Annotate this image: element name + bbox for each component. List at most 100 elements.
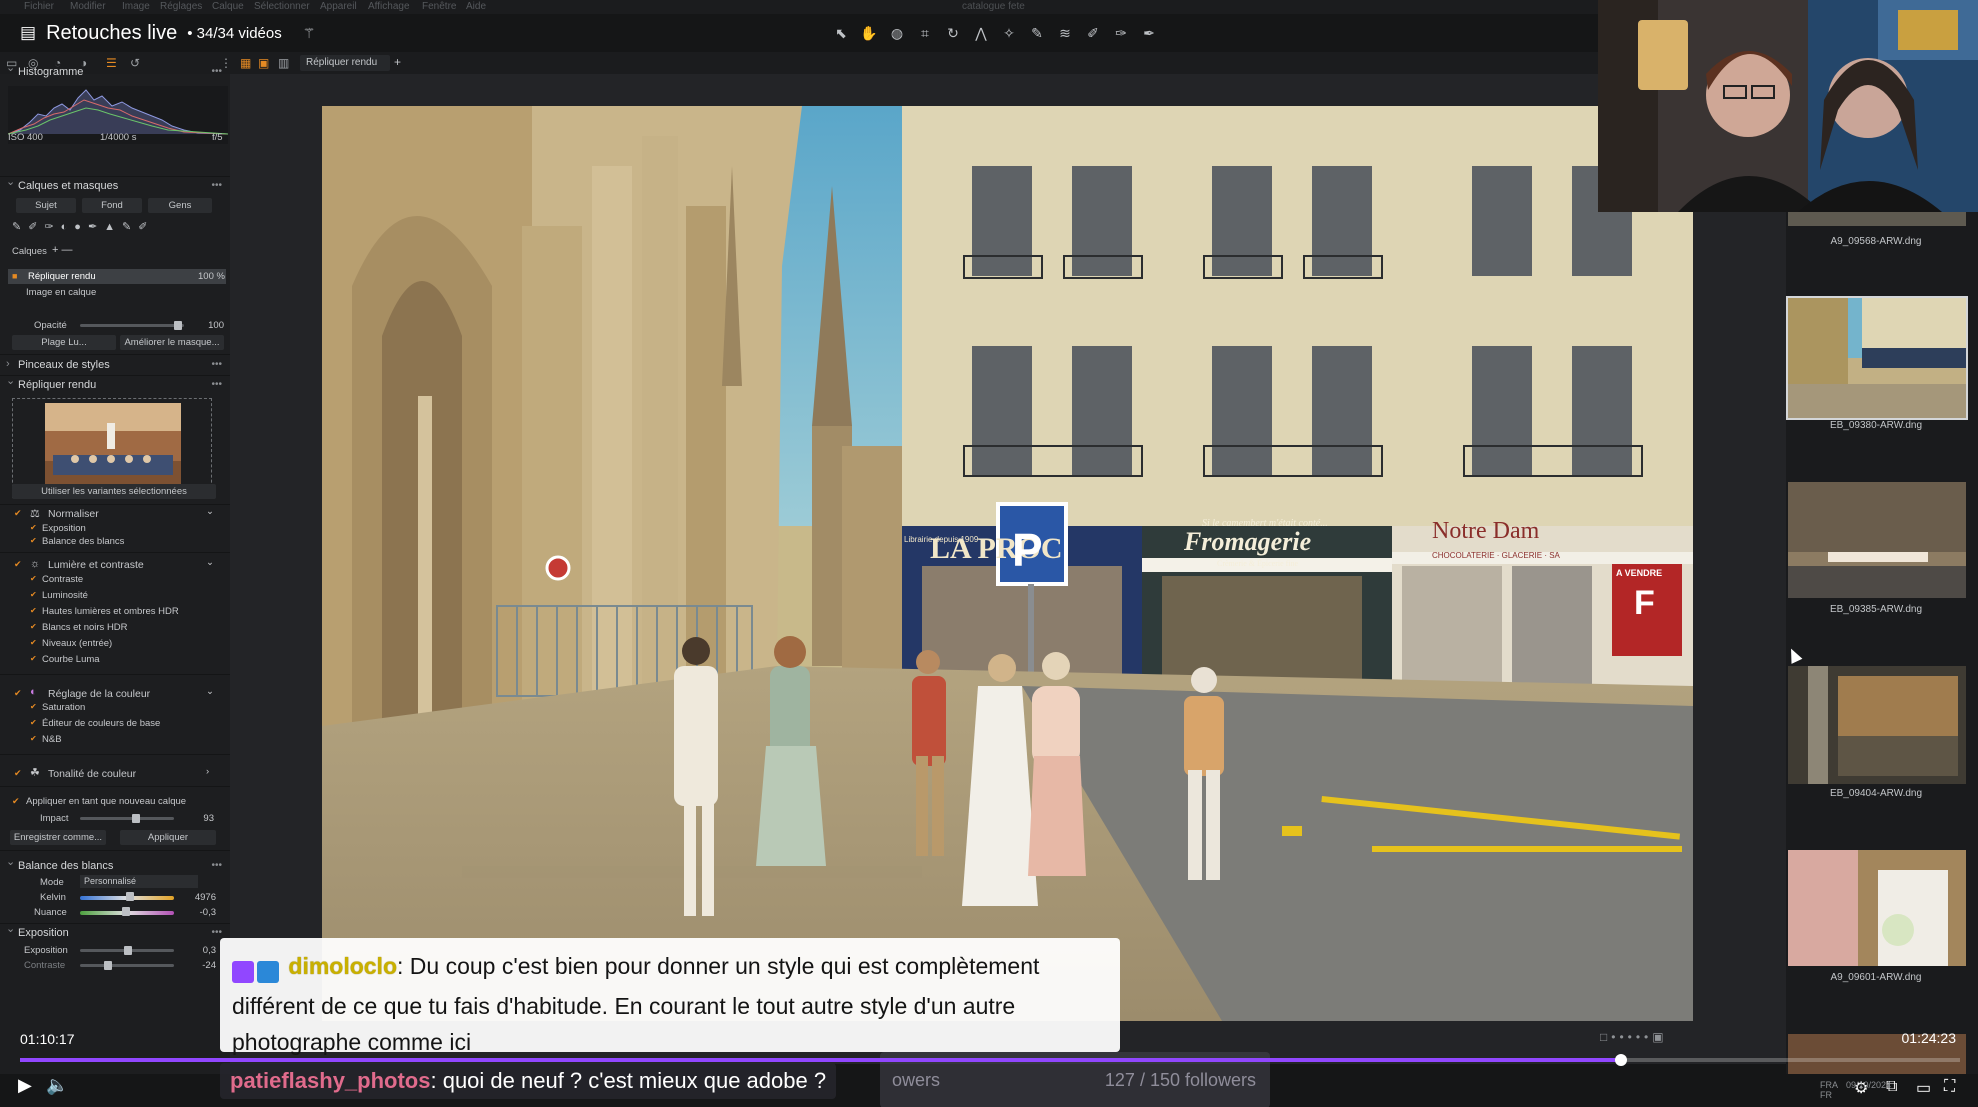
histogram-menu-icon[interactable]: •••	[211, 66, 222, 77]
luma-range-button[interactable]: Plage Lu...	[12, 335, 116, 350]
style-brushes-header[interactable]: Pinceaux de styles •••	[0, 358, 230, 375]
normalize-white-balance[interactable]: Balance des blancs	[30, 536, 124, 547]
rotate-tool-icon[interactable]: ↻	[944, 24, 962, 42]
refine-mask-button[interactable]: Améliorer le masque...	[120, 335, 224, 350]
exposure-header[interactable]: Exposition •••	[0, 922, 230, 943]
film-thumb-1[interactable]	[1788, 212, 1966, 226]
light-item-hdr-whites[interactable]: Blancs et noirs HDR	[30, 622, 128, 633]
apply-new-layer-check[interactable]: ✔	[12, 796, 20, 807]
crop-tool-icon[interactable]: ⌗	[916, 24, 934, 42]
white-balance-header[interactable]: Balance des blancs •••	[0, 855, 230, 876]
menu-appareil[interactable]: Appareil	[320, 1, 357, 12]
save-as-button[interactable]: Enregistrer comme...	[10, 830, 106, 845]
normalize-exposure[interactable]: Exposition	[30, 523, 86, 534]
wb-mode-select[interactable]: Personnalisé	[80, 875, 198, 888]
layer-check-icon[interactable]: ■	[12, 271, 17, 281]
menu-selectionner[interactable]: Sélectionner	[254, 1, 310, 12]
replicate-menu-icon[interactable]: •••	[211, 379, 222, 390]
color-item-basic-editor[interactable]: Éditeur de couleurs de base	[30, 718, 160, 729]
film-thumb-3[interactable]	[1788, 482, 1966, 598]
menu-calque[interactable]: Calque	[212, 1, 244, 12]
wand-tool-icon[interactable]: ⚚	[300, 24, 318, 42]
menu-affichage[interactable]: Affichage	[368, 1, 410, 12]
color-item-saturation[interactable]: Saturation	[30, 702, 85, 713]
active-layer-row[interactable]: ■ Répliquer rendu 100 %	[8, 269, 226, 284]
compare-view-icon[interactable]: ▥	[278, 56, 289, 70]
film-thumb-2[interactable]	[1786, 296, 1968, 420]
light-chevron-icon[interactable]: ⌄	[206, 557, 214, 568]
contrast-slider[interactable]	[80, 964, 174, 967]
light-item-brightness[interactable]: Luminosité	[30, 590, 88, 601]
menu-fichier[interactable]: Fichier	[24, 1, 54, 12]
impact-slider[interactable]	[80, 817, 174, 820]
exposure-menu-icon[interactable]: •••	[211, 927, 222, 938]
add-layer-icon[interactable]: + —	[52, 244, 72, 256]
spot-tool-icon[interactable]: ✧	[1000, 24, 1018, 42]
grid-view-icon[interactable]: ▦	[240, 56, 251, 70]
nuance-slider-thumb[interactable]	[122, 907, 130, 916]
eraser-tool-icon[interactable]: ✐	[1084, 24, 1102, 42]
light-item-hdr-highlights[interactable]: Hautes lumières et ombres HDR	[30, 606, 179, 617]
impact-slider-thumb[interactable]	[132, 814, 140, 823]
page-indicator-icon[interactable]: □•••••▣	[1600, 1030, 1668, 1044]
normalize-chevron-icon[interactable]: ⌄	[206, 506, 214, 517]
brush-tool-icon[interactable]: ✎	[1028, 24, 1046, 42]
menu-fenetre[interactable]: Fenêtre	[422, 1, 456, 12]
theatre-mode-icon[interactable]: ▭	[1916, 1078, 1931, 1098]
histogram-header[interactable]: Histogramme •••	[0, 61, 230, 82]
picker-tool-icon[interactable]: ✑	[1112, 24, 1130, 42]
color-check[interactable]: ✔	[14, 688, 22, 699]
kelvin-slider-thumb[interactable]	[126, 892, 134, 901]
tonality-chevron-icon[interactable]: ›	[206, 766, 209, 777]
progress-knob[interactable]	[1614, 1054, 1627, 1066]
film-thumb-4[interactable]	[1788, 666, 1966, 784]
playlist-icon[interactable]: ▤	[20, 23, 36, 43]
reference-image-drop[interactable]	[12, 398, 212, 498]
chat-username-2[interactable]: patieflashy_photos	[230, 1068, 430, 1093]
people-button[interactable]: Gens	[148, 198, 212, 213]
play-icon[interactable]: ▶	[18, 1075, 32, 1096]
brushes-menu-icon[interactable]: •••	[211, 359, 222, 370]
tonality-check[interactable]: ✔	[14, 768, 22, 779]
use-variants-button[interactable]: Utiliser les variantes sélectionnées	[12, 484, 216, 499]
menu-aide[interactable]: Aide	[466, 1, 486, 12]
annotate-tool-icon[interactable]: ✒	[1140, 24, 1158, 42]
color-chevron-icon[interactable]: ⌄	[206, 686, 214, 697]
fullscreen-icon[interactable]: ⛶	[1944, 1078, 1955, 1096]
color-item-bw[interactable]: N&B	[30, 734, 62, 745]
style-dropdown[interactable]: Répliquer rendu	[300, 55, 390, 71]
menu-modifier[interactable]: Modifier	[70, 1, 106, 12]
image-viewer[interactable]: LA PROC Librairie depuis 1909 Fromagerie…	[230, 74, 1786, 1064]
subject-button[interactable]: Sujet	[16, 198, 76, 213]
contrast-slider-thumb[interactable]	[104, 961, 112, 970]
layers-masks-header[interactable]: Calques et masques •••	[0, 175, 230, 196]
background-button[interactable]: Fond	[82, 198, 142, 213]
opacity-slider[interactable]	[80, 324, 184, 327]
opacity-slider-thumb[interactable]	[174, 321, 182, 330]
layers-menu-icon[interactable]: •••	[211, 180, 222, 191]
progress-bar[interactable]	[20, 1054, 1960, 1066]
light-item-levels[interactable]: Niveaux (entrée)	[30, 638, 112, 649]
volume-icon[interactable]: 🔈	[46, 1075, 68, 1096]
light-item-luma-curve[interactable]: Courbe Luma	[30, 654, 100, 665]
apply-button[interactable]: Appliquer	[120, 830, 216, 845]
exposure-slider-thumb[interactable]	[124, 946, 132, 955]
light-item-contrast[interactable]: Contraste	[30, 574, 83, 585]
keystone-tool-icon[interactable]: ⋀	[972, 24, 990, 42]
mask-tools-row[interactable]: ✎✐✑◐●✒▲✎✐	[12, 220, 224, 234]
wb-menu-icon[interactable]: •••	[211, 860, 222, 871]
select-tool-icon[interactable]: ⬉	[832, 24, 850, 42]
replicate-render-header[interactable]: Répliquer rendu •••	[0, 374, 230, 395]
single-view-icon[interactable]: ▣	[258, 56, 269, 70]
normalize-check[interactable]: ✔	[14, 508, 22, 519]
main-photo[interactable]: LA PROC Librairie depuis 1909 Fromagerie…	[322, 106, 1693, 1021]
gradient-tool-icon[interactable]: ≋	[1056, 24, 1074, 42]
film-thumb-5[interactable]	[1788, 850, 1966, 966]
menu-image[interactable]: Image	[122, 1, 150, 12]
light-check[interactable]: ✔	[14, 559, 22, 570]
camera-tool-icon[interactable]: ◍	[888, 24, 906, 42]
add-button[interactable]: +	[394, 55, 401, 69]
pan-tool-icon[interactable]: ✋	[860, 24, 878, 42]
menu-reglages[interactable]: Réglages	[160, 1, 202, 12]
chat-username-1[interactable]: dimoloclo	[288, 953, 397, 979]
